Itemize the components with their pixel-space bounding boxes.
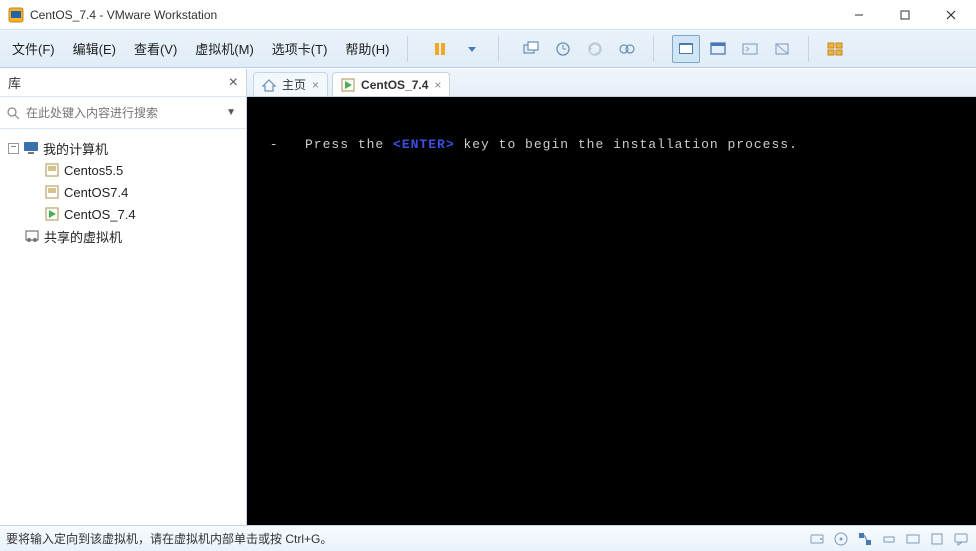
search-input[interactable] xyxy=(26,106,216,120)
console-enter-key: <ENTER> xyxy=(393,137,455,152)
vm-icon xyxy=(44,162,60,178)
vm-icon xyxy=(44,184,60,200)
tab-home[interactable]: 主页 × xyxy=(253,72,328,96)
shared-icon xyxy=(24,228,40,244)
stretch-button[interactable] xyxy=(768,35,796,63)
search-dropdown[interactable]: ▼ xyxy=(222,107,240,118)
menu-help[interactable]: 帮助(H) xyxy=(337,35,397,62)
console-line: - Press the <ENTER> key to begin the ins… xyxy=(261,137,962,152)
sidebar-header: 库 × xyxy=(0,69,246,97)
search-icon xyxy=(6,106,20,120)
window-title: CentOS_7.4 - VMware Workstation xyxy=(30,8,836,22)
unity-button[interactable] xyxy=(704,35,732,63)
tab-close-button[interactable]: × xyxy=(312,78,319,92)
menu-vm[interactable]: 虚拟机(M) xyxy=(187,35,262,62)
tab-label: 主页 xyxy=(282,76,306,93)
tree: − 我的计算机 Centos5.5 CentOS7.4 xyxy=(0,129,246,255)
tree-label: 我的计算机 xyxy=(43,139,108,158)
sidebar-search: ▼ xyxy=(0,97,246,129)
collapse-icon[interactable]: − xyxy=(8,143,19,154)
menu-view[interactable]: 查看(V) xyxy=(126,35,185,62)
console-text-suffix: key to begin the installation process. xyxy=(455,137,798,152)
sidebar: 库 × ▼ − 我的计算机 Centos5.5 xyxy=(0,69,247,525)
separator xyxy=(498,36,499,62)
menu-edit[interactable]: 编辑(E) xyxy=(65,35,124,62)
network-icon[interactable] xyxy=(856,530,874,548)
snapshot-button[interactable] xyxy=(549,35,577,63)
close-button[interactable] xyxy=(928,0,974,30)
tree-node-vm2[interactable]: CentOS7.4 xyxy=(4,181,242,203)
sound-icon[interactable] xyxy=(904,530,922,548)
usb-icon[interactable] xyxy=(880,530,898,548)
disk-icon[interactable] xyxy=(808,530,826,548)
tree-label: Centos5.5 xyxy=(64,163,123,178)
status-text: 要将输入定向到该虚拟机，请在虚拟机内部单击或按 Ctrl+G。 xyxy=(6,530,808,547)
titlebar: CentOS_7.4 - VMware Workstation xyxy=(0,0,976,30)
tab-close-button[interactable]: × xyxy=(434,78,441,92)
manage-snapshot-button[interactable] xyxy=(613,35,641,63)
content: 库 × ▼ − 我的计算机 Centos5.5 xyxy=(0,68,976,525)
sidebar-title: 库 xyxy=(8,73,229,92)
sidebar-close-button[interactable]: × xyxy=(229,74,238,92)
vm-console[interactable]: - Press the <ENTER> key to begin the ins… xyxy=(247,97,976,525)
tree-label: CentOS7.4 xyxy=(64,185,128,200)
tree-label: 共享的虚拟机 xyxy=(44,227,122,246)
tab-bar: 主页 × CentOS_7.4 × xyxy=(247,69,976,97)
pause-button[interactable] xyxy=(426,35,454,63)
send-ctrl-alt-del-button[interactable] xyxy=(517,35,545,63)
minimize-button[interactable] xyxy=(836,0,882,30)
tree-node-mycomputer[interactable]: − 我的计算机 xyxy=(4,137,242,159)
app-icon xyxy=(8,7,24,23)
tree-node-vm1[interactable]: Centos5.5 xyxy=(4,159,242,181)
tree-node-shared[interactable]: 共享的虚拟机 xyxy=(4,225,242,247)
home-icon xyxy=(262,78,276,92)
menubar: 文件(F) 编辑(E) 查看(V) 虚拟机(M) 选项卡(T) 帮助(H) xyxy=(0,30,976,68)
message-icon[interactable] xyxy=(952,530,970,548)
revert-snapshot-button[interactable] xyxy=(581,35,609,63)
console-text-prefix: - Press the xyxy=(261,137,393,152)
tree-label: CentOS_7.4 xyxy=(64,207,136,222)
separator xyxy=(407,36,408,62)
separator xyxy=(653,36,654,62)
monitor-icon xyxy=(23,140,39,156)
status-icons xyxy=(808,530,970,548)
tab-label: CentOS_7.4 xyxy=(361,78,428,92)
printer-icon[interactable] xyxy=(928,530,946,548)
thumbnail-button[interactable] xyxy=(821,35,849,63)
console-view-button[interactable] xyxy=(736,35,764,63)
maximize-button[interactable] xyxy=(882,0,928,30)
menu-tabs[interactable]: 选项卡(T) xyxy=(264,35,336,62)
separator xyxy=(808,36,809,62)
power-dropdown[interactable] xyxy=(458,35,486,63)
statusbar: 要将输入定向到该虚拟机，请在虚拟机内部单击或按 Ctrl+G。 xyxy=(0,525,976,551)
main: 主页 × CentOS_7.4 × - Press the <ENTER> ke… xyxy=(247,69,976,525)
cd-icon[interactable] xyxy=(832,530,850,548)
fullscreen-button[interactable] xyxy=(672,35,700,63)
tree-node-vm3[interactable]: CentOS_7.4 xyxy=(4,203,242,225)
tab-active-vm[interactable]: CentOS_7.4 × xyxy=(332,72,450,96)
vm-running-icon xyxy=(44,206,60,222)
menu-file[interactable]: 文件(F) xyxy=(4,35,63,62)
vm-running-icon xyxy=(341,78,355,92)
